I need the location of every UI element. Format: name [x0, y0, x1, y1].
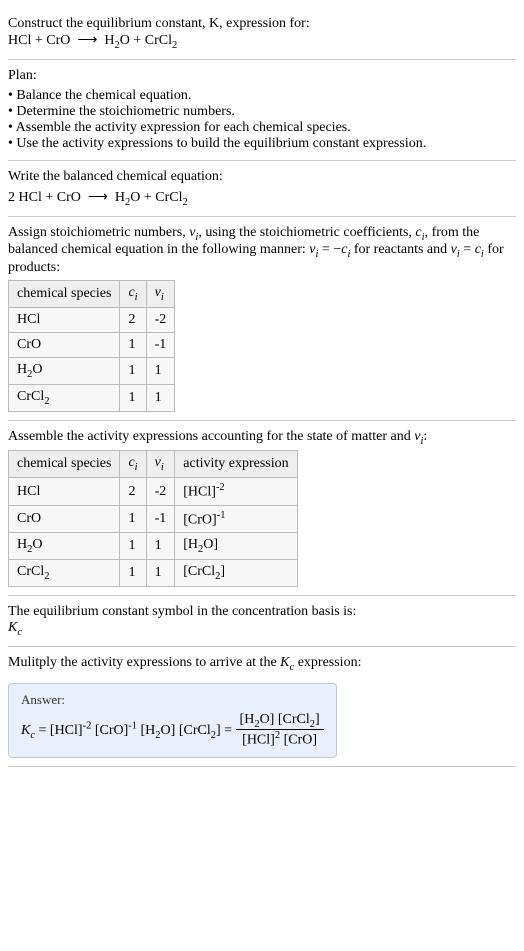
- multiply-section: Mulitply the activity expressions to arr…: [8, 647, 516, 767]
- col-vi: νi: [146, 281, 175, 308]
- plan-item-2: • Determine the stoichiometric numbers.: [8, 104, 516, 120]
- balanced-equation: 2 HCl + CrO ⟶ H2O + CrCl2: [8, 189, 516, 208]
- answer-equation: Kc = [HCl]-2 [CrO]-1 [H2O] [CrCl2] = [H2…: [21, 712, 324, 749]
- plan-item-1: • Balance the chemical equation.: [8, 88, 516, 104]
- cell-c: 1: [120, 560, 146, 587]
- activity-section: Assemble the activity expressions accoun…: [8, 421, 516, 597]
- stoich-section: Assign stoichiometric numbers, νi, using…: [8, 217, 516, 421]
- cell-a: [HCl]-2: [175, 478, 297, 506]
- plan-title: Plan:: [8, 68, 516, 84]
- cell-c: 1: [120, 533, 146, 560]
- stoich-table: chemical species ci νi HCl2-2 CrO1-1 H2O…: [8, 280, 175, 411]
- cell-sp: CrO: [9, 505, 120, 533]
- activity-table: chemical species ci νi activity expressi…: [8, 450, 298, 587]
- table-row: CrCl211[CrCl2]: [9, 560, 298, 587]
- cell-v: -1: [146, 505, 175, 533]
- multiply-title: Mulitply the activity expressions to arr…: [8, 655, 516, 673]
- table-row: H2O11: [9, 357, 175, 384]
- intro-equation: HCl + CrO ⟶ H2O + CrCl2: [8, 32, 516, 51]
- table-row: HCl2-2: [9, 307, 175, 332]
- col-activity: activity expression: [175, 451, 297, 478]
- stoich-title: Assign stoichiometric numbers, νi, using…: [8, 225, 516, 277]
- cell-sp: HCl: [9, 307, 120, 332]
- cell-c: 1: [120, 357, 146, 384]
- col-species: chemical species: [9, 281, 120, 308]
- col-vi: νi: [146, 451, 175, 478]
- intro-line1: Construct the equilibrium constant, K, e…: [8, 16, 516, 32]
- cell-c: 1: [120, 332, 146, 357]
- table-row: H2O11[H2O]: [9, 533, 298, 560]
- table-row: CrO1-1: [9, 332, 175, 357]
- table-header-row: chemical species ci νi: [9, 281, 175, 308]
- plan-item-4: • Use the activity expressions to build …: [8, 136, 516, 152]
- table-header-row: chemical species ci νi activity expressi…: [9, 451, 298, 478]
- balanced-title: Write the balanced chemical equation:: [8, 169, 516, 185]
- cell-c: 2: [120, 478, 146, 506]
- cell-sp: CrCl2: [9, 384, 120, 411]
- fraction: [H2O] [CrCl2] [HCl]2 [CrO]: [236, 712, 324, 749]
- table-row: HCl2-2[HCl]-2: [9, 478, 298, 506]
- col-species: chemical species: [9, 451, 120, 478]
- frac-num: [H2O] [CrCl2]: [236, 712, 324, 731]
- cell-sp: H2O: [9, 533, 120, 560]
- cell-sp: CrO: [9, 332, 120, 357]
- intro-text: Construct the equilibrium constant, K, e…: [8, 16, 310, 31]
- cell-v: 1: [146, 560, 175, 587]
- frac-den: [HCl]2 [CrO]: [236, 730, 324, 749]
- col-ci: ci: [120, 281, 146, 308]
- table-row: CrO1-1[CrO]-1: [9, 505, 298, 533]
- cell-c: 1: [120, 505, 146, 533]
- activity-title: Assemble the activity expressions accoun…: [8, 429, 516, 447]
- answer-box: Answer: Kc = [HCl]-2 [CrO]-1 [H2O] [CrCl…: [8, 683, 337, 758]
- cell-v: -2: [146, 478, 175, 506]
- cell-sp: HCl: [9, 478, 120, 506]
- col-ci: ci: [120, 451, 146, 478]
- cell-v: 1: [146, 533, 175, 560]
- cell-v: -1: [146, 332, 175, 357]
- plan-item-3: • Assemble the activity expression for e…: [8, 120, 516, 136]
- cell-sp: H2O: [9, 357, 120, 384]
- intro-section: Construct the equilibrium constant, K, e…: [8, 8, 516, 60]
- cell-sp: CrCl2: [9, 560, 120, 587]
- cell-a: [CrCl2]: [175, 560, 297, 587]
- plan-section: Plan: • Balance the chemical equation. •…: [8, 60, 516, 161]
- cell-v: 1: [146, 384, 175, 411]
- cell-v: -2: [146, 307, 175, 332]
- balanced-section: Write the balanced chemical equation: 2 …: [8, 161, 516, 217]
- cell-v: 1: [146, 357, 175, 384]
- cell-c: 1: [120, 384, 146, 411]
- cell-c: 2: [120, 307, 146, 332]
- symbol-kc: Kc: [8, 620, 516, 638]
- cell-a: [H2O]: [175, 533, 297, 560]
- answer-title: Answer:: [21, 692, 324, 708]
- symbol-section: The equilibrium constant symbol in the c…: [8, 596, 516, 647]
- cell-a: [CrO]-1: [175, 505, 297, 533]
- symbol-line1: The equilibrium constant symbol in the c…: [8, 604, 516, 620]
- table-row: CrCl211: [9, 384, 175, 411]
